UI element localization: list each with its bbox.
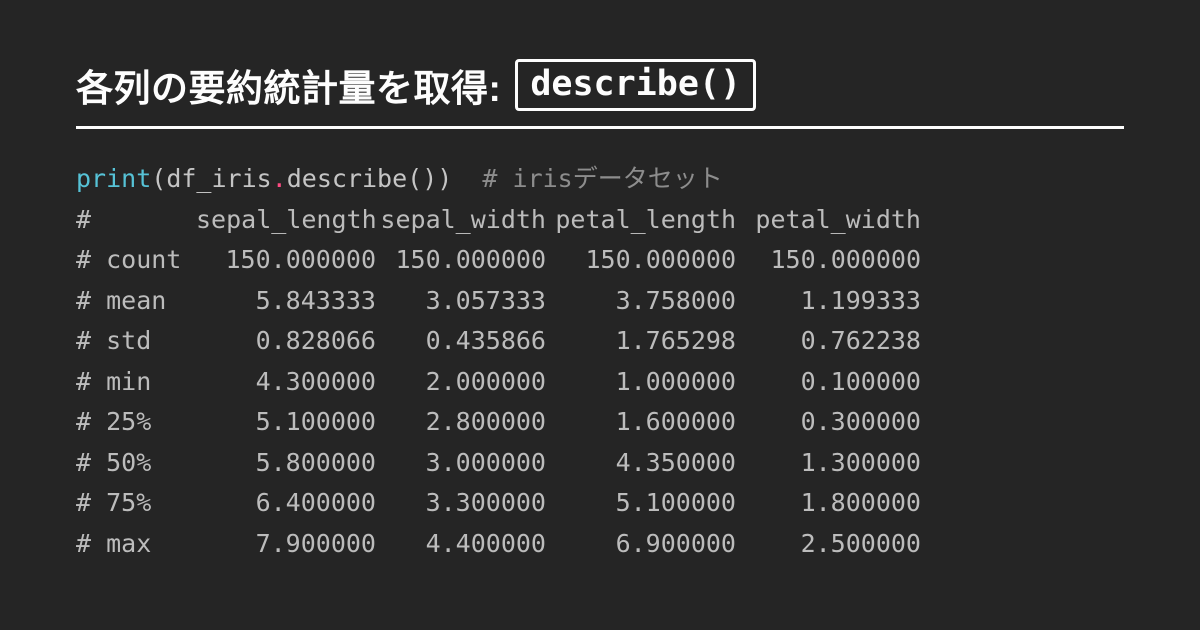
code-paren-open: ( (151, 164, 166, 193)
output-row-label: # mean (76, 281, 196, 322)
code-dot: . (272, 164, 287, 193)
output-cell-value: 0.828066 (196, 321, 376, 362)
output-cell-value: 5.100000 (546, 483, 736, 524)
code-inline-comment: # irisデータセット (452, 164, 722, 193)
output-cell-value: 4.350000 (546, 443, 736, 484)
output-cell-value: 1.000000 (546, 362, 736, 403)
output-cell-value: 2.500000 (736, 524, 921, 565)
output-data-row: # count150.000000150.000000150.000000150… (76, 240, 1124, 281)
output-row-label: # 50% (76, 443, 196, 484)
output-cell-value: 6.400000 (196, 483, 376, 524)
output-cell-value: 1.199333 (736, 281, 921, 322)
output-data-row: # max7.9000004.4000006.9000002.500000 (76, 524, 1124, 565)
output-cell-value: 150.000000 (736, 240, 921, 281)
output-row-label: # 75% (76, 483, 196, 524)
output-cell-value: 2.000000 (376, 362, 546, 403)
output-cell-value: 3.057333 (376, 281, 546, 322)
output-data-row: # 75%6.4000003.3000005.1000001.800000 (76, 483, 1124, 524)
output-cell-value: 0.762238 (736, 321, 921, 362)
output-cell-value: 150.000000 (196, 240, 376, 281)
slide: 各列の要約統計量を取得: describe() print(df_iris.de… (0, 0, 1200, 564)
output-cell-value: 3.000000 (376, 443, 546, 484)
output-cell-value: 3.758000 (546, 281, 736, 322)
output-cell-value: 150.000000 (376, 240, 546, 281)
output-cell-value: 5.843333 (196, 281, 376, 322)
code-method-call: describe() (287, 164, 438, 193)
output-col-header: sepal_width (376, 200, 546, 241)
output-data-row: # min4.3000002.0000001.0000000.100000 (76, 362, 1124, 403)
code-block: print(df_iris.describe()) # irisデータセット #… (76, 159, 1124, 564)
output-row-label: # max (76, 524, 196, 565)
slide-title-text: 各列の要約統計量を取得: (76, 58, 501, 112)
code-function-name: print (76, 164, 151, 193)
output-row-label: # 25% (76, 402, 196, 443)
output-col-header: sepal_length (196, 200, 376, 241)
output-col-header: petal_length (546, 200, 736, 241)
output-col-header: petal_width (736, 200, 921, 241)
output-cell-value: 5.100000 (196, 402, 376, 443)
output-cell-value: 1.765298 (546, 321, 736, 362)
output-cell-value: 2.800000 (376, 402, 546, 443)
output-cell-value: 1.600000 (546, 402, 736, 443)
output-rows-container: # count150.000000150.000000150.000000150… (76, 240, 1124, 564)
output-cell-value: 5.800000 (196, 443, 376, 484)
slide-title-boxed-code: describe() (515, 59, 756, 111)
output-data-row: # 50%5.8000003.0000004.3500001.300000 (76, 443, 1124, 484)
output-cell-value: 1.800000 (736, 483, 921, 524)
output-cell-value: 0.100000 (736, 362, 921, 403)
output-data-row: # std0.8280660.4358661.7652980.762238 (76, 321, 1124, 362)
output-cell-value: 3.300000 (376, 483, 546, 524)
output-cell-value: 7.900000 (196, 524, 376, 565)
output-row-label: # count (76, 240, 196, 281)
output-cell-value: 0.300000 (736, 402, 921, 443)
output-data-row: # mean5.8433333.0573333.7580001.199333 (76, 281, 1124, 322)
output-cell-value: 1.300000 (736, 443, 921, 484)
output-header-label: # (76, 200, 196, 241)
code-paren-close: ) (437, 164, 452, 193)
output-row-label: # std (76, 321, 196, 362)
output-header-row: #sepal_lengthsepal_widthpetal_lengthpeta… (76, 200, 1124, 241)
code-argument: df_iris (166, 164, 271, 193)
output-data-row: # 25%5.1000002.8000001.6000000.300000 (76, 402, 1124, 443)
output-row-label: # min (76, 362, 196, 403)
output-cell-value: 4.300000 (196, 362, 376, 403)
slide-title-row: 各列の要約統計量を取得: describe() (76, 58, 1124, 129)
output-cell-value: 150.000000 (546, 240, 736, 281)
output-cell-value: 6.900000 (546, 524, 736, 565)
output-cell-value: 4.400000 (376, 524, 546, 565)
output-cell-value: 0.435866 (376, 321, 546, 362)
